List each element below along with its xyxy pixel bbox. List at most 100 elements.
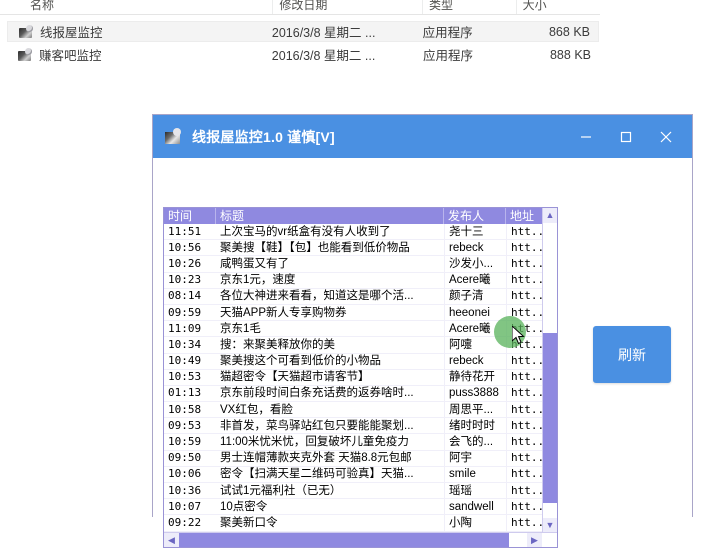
list-item[interactable]: 01:13 京东前段时间白条充话费的返券啥时... puss3888 htt.. [164,385,544,403]
close-icon [660,131,672,142]
list-item-publisher: 阿宇 [444,450,506,467]
refresh-button[interactable]: 刷新 [593,326,671,383]
list-rows-container: 11:51 上次宝马的vr纸盒有没有人收到了 尧十三 htt.. 10:56 聚美搜【鞋】… [164,224,544,533]
list-item[interactable]: 10:07 10点密令 sandwell htt.. [164,498,544,516]
list-item-title: 试试1元福利社（已无） [220,484,342,497]
list-item[interactable]: 10:56 聚美搜【鞋】【包】也能看到低价物品 rebeck htt.. [164,239,544,257]
list-column-address[interactable]: 地址 [506,208,544,224]
list-item[interactable]: 08:14 各位大神进来看看，知道这是哪个活... 颜子清 htt.. [164,288,544,305]
chevron-left-icon: ◀ [168,534,175,545]
list-item[interactable]: 10:58 VX红包，看脸 周思平... htt.. [164,401,544,419]
list-item[interactable]: 09:22 聚美新口令 小陶 htt.. [164,514,544,532]
explorer-column-name[interactable]: 名称 [0,0,272,14]
list-item[interactable]: 10:26 咸鸭蛋又有了 沙发小... htt.. [164,255,544,273]
list-item-address: htt.. [506,434,544,451]
list-item-title: 10点密令 [220,500,268,513]
scroll-up-button[interactable]: ▲ [543,208,557,223]
post-list-view[interactable]: 时间 标题 发布人 地址 11:51 上次宝马的vr纸盒有没有人收到了 尧十三 htt… [163,207,558,548]
list-item-title: 聚美新口令 [220,516,278,529]
list-item-address: htt.. [506,466,544,483]
window-controls [566,115,686,158]
window-title: 线报屋监控1.0 谨慎[V] [192,128,335,145]
list-item[interactable]: 10:36 试试1元福利社（已无） 瑶瑶 htt.. [164,482,544,500]
list-item-address: htt.. [506,255,544,272]
explorer-file-row[interactable]: 线报屋监控 2016/3/8 星期二 ... 应用程序 868 KB [7,21,599,42]
list-item-title: 11:00米忧米忧，回复破坏儿童免疫力 [220,436,409,449]
list-item[interactable]: 09:53 非首发，菜鸟驿站红包只要能能聚划... 绪时时时 htt.. [164,417,544,435]
list-item-publisher: 瑶瑶 [444,482,506,499]
app-icon [165,128,182,145]
explorer-column-type[interactable]: 类型 [421,0,516,14]
list-item[interactable]: 11:51 上次宝马的vr纸盒有没有人收到了 尧十三 htt.. [164,224,544,241]
list-item-address: htt.. [506,498,544,515]
list-item-publisher: 沙发小... [444,255,506,272]
list-item-publisher: sandwell [444,498,506,515]
list-item-address: htt.. [506,224,544,240]
list-item[interactable]: 10:06 密令【扫满天星二维码可验真】天猫... smile htt.. [164,466,544,483]
list-column-publisher[interactable]: 发布人 [444,208,506,224]
list-item-title: 京东1元，速度 [220,274,296,287]
window-titlebar[interactable]: 线报屋监控1.0 谨慎[V] [153,115,692,158]
list-item-title: 男士连帽薄款夹克外套 天猫8.8元包邮 [220,452,412,465]
list-item[interactable]: 09:59 天猫APP新人专享购物券 heeonei htt.. [164,304,544,322]
list-item-time: 10:59 [168,435,202,449]
explorer-column-size[interactable]: 大小 [515,0,600,14]
scroll-down-button[interactable]: ▼ [543,518,557,533]
list-item[interactable]: 10:49 聚美搜这个可看到低价的小物品 rebeck htt.. [164,353,544,370]
scroll-left-button[interactable]: ◀ [164,533,179,547]
list-item-title: 搜：来聚美释放你的美 [220,338,335,351]
list-item-address: htt.. [506,514,544,531]
list-item-title: 天猫APP新人专享购物券 [220,306,347,319]
list-item-address: htt.. [506,272,544,289]
explorer-file-name: 赚客吧监控 [39,49,102,63]
list-item-time: 10:58 [168,402,202,416]
close-button[interactable] [646,115,686,158]
list-item-time: 10:36 [168,483,202,497]
list-item[interactable]: 11:09 京东1毛 Acere曦 htt.. [164,320,544,338]
list-item[interactable]: 09:50 男士连帽薄款夹克外套 天猫8.8元包邮 阿宇 htt.. [164,450,544,467]
explorer-file-size: 888 KB [549,47,591,62]
list-item-address: htt.. [506,353,544,370]
vertical-scroll-thumb[interactable] [543,333,557,503]
list-item[interactable]: 10:53 猫超密令【天猫超市请客节】 静待花开 htt.. [164,369,544,386]
horizontal-scroll-thumb[interactable] [179,533,509,547]
list-item-time: 10:07 [168,499,202,513]
explorer-file-date: 2016/3/8 星期二 ... [271,26,376,40]
list-item-publisher: heeonei [444,304,506,321]
minimize-button[interactable] [566,115,606,158]
list-item-publisher: 静待花开 [444,369,506,386]
list-item-address: htt.. [506,450,544,467]
list-item-publisher: smile [444,466,506,483]
list-item[interactable]: 10:23 京东1元，速度 Acere曦 htt.. [164,272,544,289]
list-item[interactable]: 10:34 搜：来聚美释放你的美 阿嚏 htt.. [164,336,544,354]
explorer-file-size: 868 KB [548,24,590,39]
list-item-time: 10:53 [168,370,202,384]
explorer-file-row[interactable]: 赚客吧监控 2016/3/8 星期二 ... 应用程序 888 KB [7,44,599,65]
list-column-time[interactable]: 时间 [164,208,216,224]
maximize-button[interactable] [606,115,646,158]
list-item-title: 猫超密令【天猫超市请客节】 [220,371,370,384]
list-item[interactable]: 10:59 11:00米忧米忧，回复破坏儿童免疫力 会飞的... htt.. [164,434,544,451]
horizontal-scrollbar[interactable]: ◀ ▶ [164,532,557,547]
window-content: 时间 标题 发布人 地址 11:51 上次宝马的vr纸盒有没有人收到了 尧十三 htt… [153,158,692,548]
explorer-column-date[interactable]: 修改日期 [272,0,422,14]
chevron-right-icon: ▶ [531,534,538,545]
list-item-publisher: rebeck [444,353,506,370]
explorer-file-name: 线报屋监控 [40,26,103,40]
list-item-address: htt.. [506,288,544,305]
list-item-publisher: 颜子清 [444,288,506,305]
list-item-address: htt.. [506,336,544,353]
file-explorer-pane: 名称 修改日期 类型 大小 线报屋监控 2016/3/8 星期二 ... 应用程… [0,0,719,110]
list-item-title: 聚美搜【鞋】【包】也能看到低价物品 [220,241,410,254]
list-item-publisher: 阿嚏 [444,336,506,353]
list-item-title: VX红包，看脸 [220,403,293,416]
minimize-icon [581,135,591,138]
list-column-title[interactable]: 标题 [216,208,444,224]
vertical-scrollbar[interactable]: ▲ ▼ [542,208,557,533]
chevron-down-icon: ▼ [545,520,555,530]
list-item-publisher: 周思平... [444,401,506,418]
scroll-right-button[interactable]: ▶ [527,533,542,547]
list-item-publisher: puss3888 [444,385,506,402]
explorer-file-name-cell: 赚客吧监控 [7,45,272,64]
list-item-address: htt.. [506,369,544,386]
